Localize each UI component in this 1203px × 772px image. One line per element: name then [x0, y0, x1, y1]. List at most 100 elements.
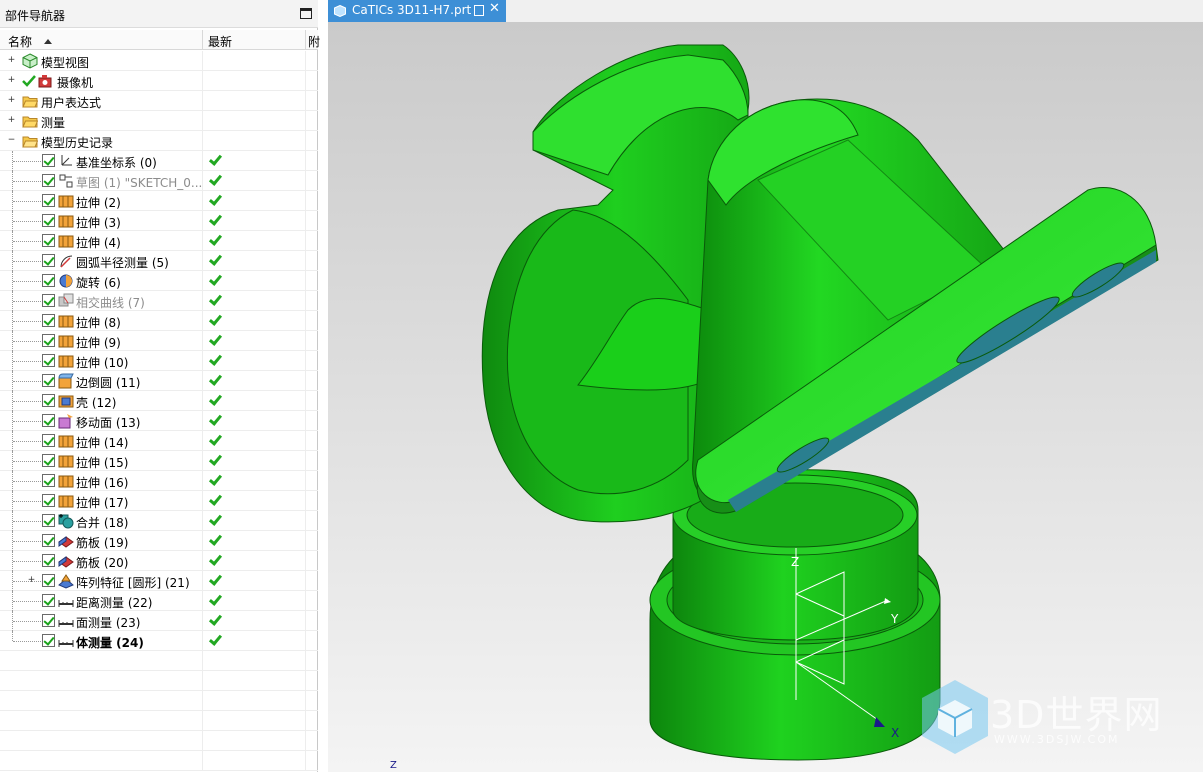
- collapse-icon[interactable]: −: [7, 136, 16, 146]
- feature-visibility-checkbox[interactable]: [42, 534, 55, 547]
- tree-guide-line: [12, 631, 13, 641]
- feature-row[interactable]: 拉伸 (2): [0, 191, 318, 211]
- empty-row: [0, 751, 318, 771]
- feature-label: 移动面 (13): [76, 416, 141, 430]
- feature-visibility-checkbox[interactable]: [42, 614, 55, 627]
- feature-row[interactable]: 边倒圆 (11): [0, 371, 318, 391]
- column-header: 名称 最新 附: [0, 30, 320, 50]
- feature-visibility-checkbox[interactable]: [42, 554, 55, 567]
- feature-row[interactable]: 筋板 (19): [0, 531, 318, 551]
- expand-icon[interactable]: +: [7, 96, 16, 106]
- feature-row[interactable]: 拉伸 (3): [0, 211, 318, 231]
- rib-icon: [58, 556, 74, 568]
- feature-row[interactable]: 圆弧半径测量 (5): [0, 251, 318, 271]
- body-measure-icon: [58, 640, 74, 647]
- feature-visibility-checkbox[interactable]: [42, 634, 55, 647]
- tree-node-cameras[interactable]: + 摄像机: [0, 71, 318, 91]
- feature-visibility-checkbox[interactable]: [42, 154, 55, 167]
- feature-label: 拉伸 (8): [76, 316, 121, 330]
- column-name-header[interactable]: 名称: [8, 33, 53, 50]
- tab-close-icon[interactable]: ✕: [489, 1, 500, 16]
- feature-row[interactable]: 移动面 (13): [0, 411, 318, 431]
- feature-row[interactable]: + 阵列特征 [圆形] (21): [0, 571, 318, 591]
- tree-node-label: 模型历史记录: [41, 136, 114, 150]
- up-to-date-check-icon: [208, 393, 222, 407]
- feature-visibility-checkbox[interactable]: [42, 454, 55, 467]
- up-to-date-check-icon: [208, 433, 222, 447]
- feature-visibility-checkbox[interactable]: [42, 334, 55, 347]
- feature-row[interactable]: 拉伸 (17): [0, 491, 318, 511]
- feature-label: 合并 (18): [76, 516, 129, 530]
- feature-visibility-checkbox[interactable]: [42, 314, 55, 327]
- feature-row[interactable]: 相交曲线 (7): [0, 291, 318, 311]
- feature-row[interactable]: 距离测量 (22): [0, 591, 318, 611]
- expand-icon[interactable]: +: [7, 76, 16, 86]
- feature-visibility-checkbox[interactable]: [42, 394, 55, 407]
- up-to-date-check-icon: [208, 473, 222, 487]
- feature-visibility-checkbox[interactable]: [42, 234, 55, 247]
- feature-visibility-checkbox[interactable]: [42, 354, 55, 367]
- extrude-icon: [58, 315, 74, 328]
- tree-guide-line: [13, 541, 41, 542]
- unite-icon: [58, 514, 74, 529]
- expand-icon[interactable]: +: [7, 56, 16, 66]
- tree-node-user-expressions[interactable]: + 用户表达式: [0, 91, 318, 111]
- up-to-date-check-icon: [208, 353, 222, 367]
- feature-row[interactable]: 拉伸 (10): [0, 351, 318, 371]
- feature-visibility-checkbox[interactable]: [42, 214, 55, 227]
- feature-visibility-checkbox[interactable]: [42, 194, 55, 207]
- up-to-date-check-icon: [208, 513, 222, 527]
- feature-row[interactable]: 拉伸 (14): [0, 431, 318, 451]
- expand-icon[interactable]: +: [27, 576, 36, 586]
- maximize-icon[interactable]: [300, 8, 312, 19]
- feature-visibility-checkbox[interactable]: [42, 474, 55, 487]
- tree-node-model-history[interactable]: − 模型历史记录: [0, 131, 318, 151]
- feature-row[interactable]: 拉伸 (4): [0, 231, 318, 251]
- feature-visibility-checkbox[interactable]: [42, 494, 55, 507]
- column-latest-header[interactable]: 最新: [208, 33, 232, 50]
- extrude-icon: [58, 235, 74, 248]
- move-face-icon: [58, 414, 73, 429]
- model-3d-view[interactable]: Z Y X Z: [328, 22, 1203, 772]
- feature-row[interactable]: 面测量 (23): [0, 611, 318, 631]
- feature-row[interactable]: 拉伸 (16): [0, 471, 318, 491]
- graphics-viewport[interactable]: CaTICs 3D11-H7.prt ✕ Z Y X Z 3D世界网 WWW.3…: [328, 0, 1203, 772]
- feature-row[interactable]: 旋转 (6): [0, 271, 318, 291]
- feature-visibility-checkbox[interactable]: [42, 374, 55, 387]
- feature-row[interactable]: 拉伸 (15): [0, 451, 318, 471]
- feature-row[interactable]: 体测量 (24): [0, 631, 318, 651]
- feature-visibility-checkbox[interactable]: [42, 274, 55, 287]
- feature-row[interactable]: 草图 (1) "SKETCH_0...: [0, 171, 318, 191]
- feature-visibility-checkbox[interactable]: [42, 514, 55, 527]
- feature-visibility-checkbox[interactable]: [42, 434, 55, 447]
- up-to-date-check-icon: [208, 213, 222, 227]
- revolve-icon: [59, 274, 73, 288]
- tree-node-measurements[interactable]: + 测量: [0, 111, 318, 131]
- feature-visibility-checkbox[interactable]: [42, 574, 55, 587]
- feature-label: 面测量 (23): [76, 616, 141, 630]
- tree-node-label: 模型视图: [41, 56, 90, 70]
- axis-x-label: X: [891, 726, 899, 740]
- feature-visibility-checkbox[interactable]: [42, 594, 55, 607]
- feature-visibility-checkbox[interactable]: [42, 294, 55, 307]
- feature-row[interactable]: 拉伸 (9): [0, 331, 318, 351]
- feature-row[interactable]: 拉伸 (8): [0, 311, 318, 331]
- feature-row[interactable]: 筋板 (20): [0, 551, 318, 571]
- sort-ascending-icon: [44, 39, 53, 44]
- document-tab[interactable]: CaTICs 3D11-H7.prt ✕: [328, 0, 506, 22]
- feature-visibility-checkbox[interactable]: [42, 174, 55, 187]
- empty-row: [0, 691, 318, 711]
- tree-node-model-views[interactable]: + 模型视图: [0, 51, 318, 71]
- tab-pin-icon[interactable]: [474, 5, 484, 16]
- feature-row[interactable]: 基准坐标系 (0): [0, 151, 318, 171]
- expand-icon[interactable]: +: [7, 116, 16, 126]
- extrude-icon: [58, 355, 74, 368]
- feature-visibility-checkbox[interactable]: [42, 254, 55, 267]
- column-extra-header[interactable]: 附: [308, 33, 320, 50]
- feature-row[interactable]: 壳 (12): [0, 391, 318, 411]
- camera-icon: [38, 75, 52, 88]
- tree-guide-line: [13, 341, 41, 342]
- feature-row[interactable]: 合并 (18): [0, 511, 318, 531]
- up-to-date-check-icon: [208, 413, 222, 427]
- feature-visibility-checkbox[interactable]: [42, 414, 55, 427]
